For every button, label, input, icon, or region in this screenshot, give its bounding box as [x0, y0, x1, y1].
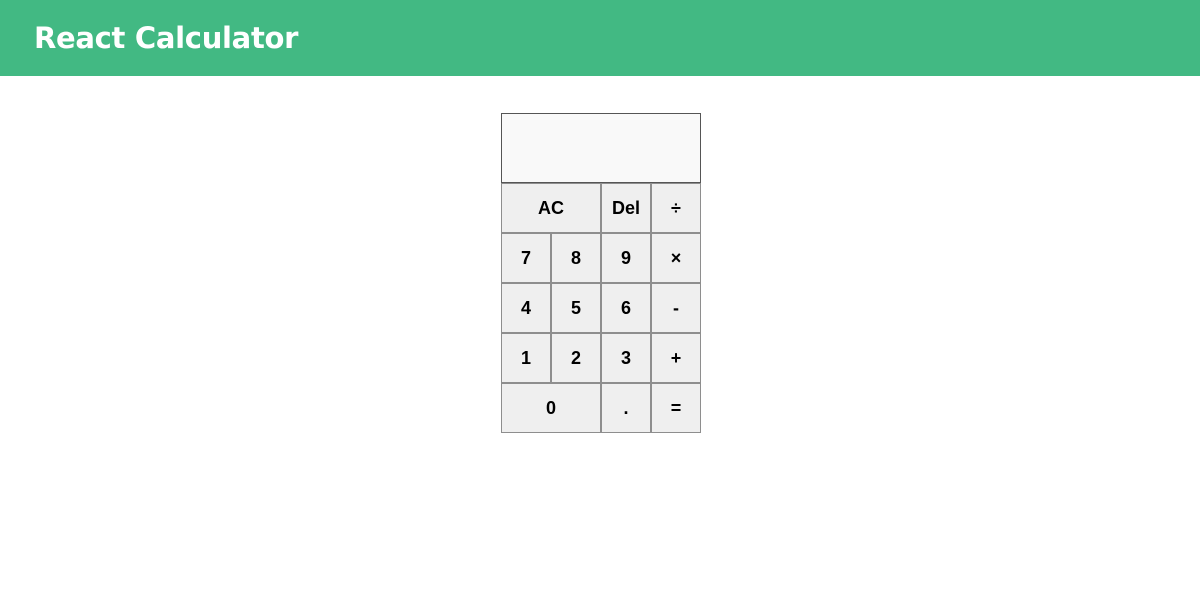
digit-2-button[interactable]: 2 — [551, 333, 601, 383]
digit-9-button[interactable]: 9 — [601, 233, 651, 283]
digit-5-button[interactable]: 5 — [551, 283, 601, 333]
digit-7-button[interactable]: 7 — [501, 233, 551, 283]
delete-button[interactable]: Del — [601, 183, 651, 233]
clear-button[interactable]: AC — [501, 183, 601, 233]
digit-3-button[interactable]: 3 — [601, 333, 651, 383]
app-header: React Calculator — [0, 0, 1200, 76]
calculator-display — [501, 113, 701, 183]
multiply-button[interactable]: × — [651, 233, 701, 283]
equals-button[interactable]: = — [651, 383, 701, 433]
digit-1-button[interactable]: 1 — [501, 333, 551, 383]
digit-8-button[interactable]: 8 — [551, 233, 601, 283]
page-title: React Calculator — [34, 21, 299, 55]
digit-6-button[interactable]: 6 — [601, 283, 651, 333]
calculator: AC Del ÷ 7 8 9 × 4 5 6 - 1 2 3 + 0 . = — [501, 113, 701, 433]
divide-button[interactable]: ÷ — [651, 183, 701, 233]
calculator-keypad: AC Del ÷ 7 8 9 × 4 5 6 - 1 2 3 + 0 . = — [501, 183, 701, 433]
subtract-button[interactable]: - — [651, 283, 701, 333]
digit-4-button[interactable]: 4 — [501, 283, 551, 333]
digit-0-button[interactable]: 0 — [501, 383, 601, 433]
decimal-button[interactable]: . — [601, 383, 651, 433]
add-button[interactable]: + — [651, 333, 701, 383]
